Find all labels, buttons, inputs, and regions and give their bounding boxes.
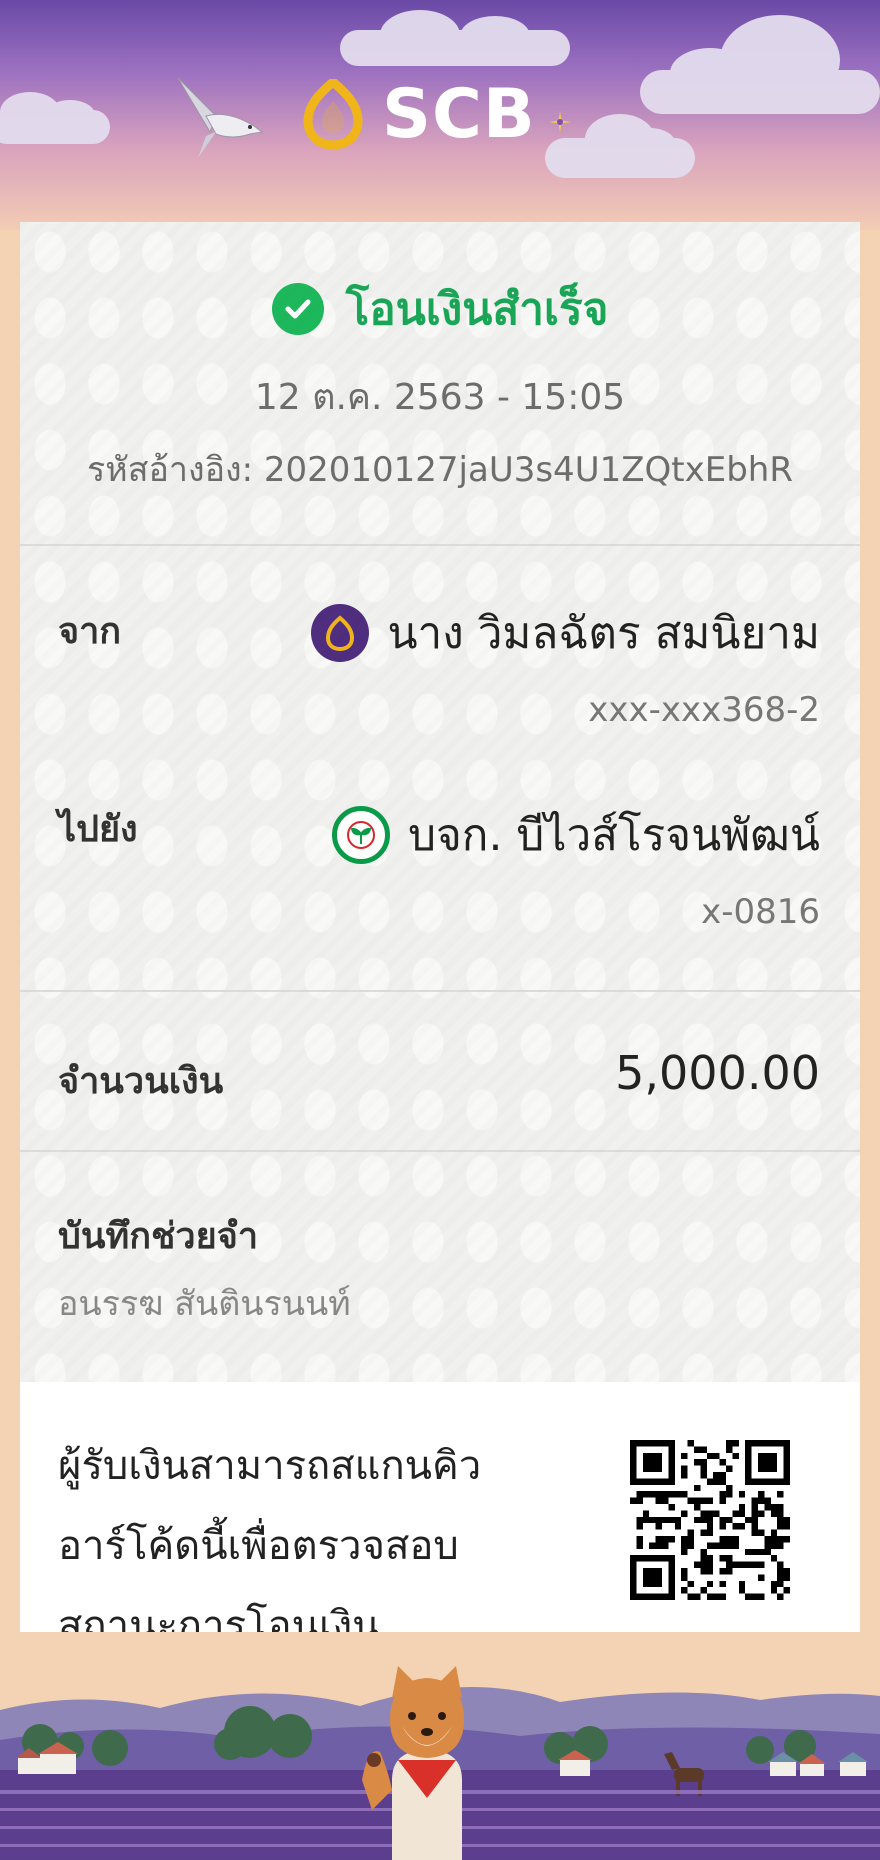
cloud-decoration bbox=[545, 114, 695, 178]
qr-instruction-line: ผู้รับเงินสามารถสแกนคิว bbox=[58, 1443, 482, 1489]
transfer-receipt-card: โอนเงินสำเร็จ 12 ต.ค. 2563 - 15:05 รหัสอ… bbox=[20, 222, 860, 1632]
reference-number: รหัสอ้างอิง: 202010127jaU3s4U1ZQtxEbhR bbox=[20, 442, 860, 496]
status-title: โอนเงินสำเร็จ bbox=[345, 284, 609, 335]
from-label: จาก bbox=[58, 611, 122, 652]
recipient-account: x-0816 bbox=[701, 892, 820, 932]
cloud-decoration bbox=[0, 92, 110, 144]
divider bbox=[20, 544, 860, 546]
qr-instruction-text: ผู้รับเงินสามารถสแกนคิว อาร์โค้ดนี้เพื่อ… bbox=[58, 1426, 538, 1632]
check-circle-icon bbox=[271, 283, 324, 335]
header-banner: SCB bbox=[0, 0, 880, 230]
transfer-status: โอนเงินสำเร็จ bbox=[20, 274, 860, 344]
sender-account: xxx-xxx368-2 bbox=[588, 690, 820, 730]
recipient-name: บจก. บีไวส์โรจนพัฒน์ bbox=[408, 810, 820, 861]
reference-label: รหัสอ้างอิง: bbox=[87, 450, 254, 490]
recipient-row: บจก. บีไวส์โรจนพัฒน์ bbox=[332, 800, 820, 870]
sender-row: นาง วิมลฉัตร สมนิยาม bbox=[311, 598, 820, 668]
scb-logo: SCB bbox=[300, 74, 536, 154]
divider bbox=[20, 1150, 860, 1152]
amount-label: จำนวนเงิน bbox=[58, 1061, 224, 1102]
sparkle-icon bbox=[549, 111, 571, 133]
scb-logo-icon bbox=[303, 79, 363, 149]
scb-bank-icon bbox=[311, 604, 370, 662]
cloud-decoration bbox=[340, 10, 570, 66]
sender-name: นาง วิมลฉัตร สมนิยาม bbox=[387, 608, 820, 659]
qr-instruction-line: สถานะการโอนเงิน bbox=[58, 1603, 380, 1632]
qr-code[interactable] bbox=[630, 1440, 790, 1600]
qr-instruction-line: อาร์โค้ดนี้เพื่อตรวจสอบ bbox=[58, 1523, 459, 1569]
reference-code: 202010127jaU3s4U1ZQtxEbhR bbox=[263, 450, 793, 490]
transaction-datetime: 12 ต.ค. 2563 - 15:05 bbox=[254, 377, 626, 418]
divider bbox=[20, 990, 860, 992]
bird-icon bbox=[177, 77, 264, 158]
brand-name: SCB bbox=[382, 74, 536, 154]
shiba-dog-mascot bbox=[362, 1666, 464, 1860]
memo-value: อนรรฆ สันตินรนนท์ bbox=[58, 1284, 351, 1324]
cloud-decoration bbox=[640, 15, 880, 114]
qr-verification-section: ผู้รับเงินสามารถสแกนคิว อาร์โค้ดนี้เพื่อ… bbox=[20, 1382, 860, 1632]
kbank-icon bbox=[332, 806, 391, 864]
amount-value: 5,000.00 bbox=[615, 1046, 820, 1100]
memo-label: บันทึกช่วยจำ bbox=[58, 1216, 259, 1257]
to-label: ไปยัง bbox=[58, 809, 138, 850]
